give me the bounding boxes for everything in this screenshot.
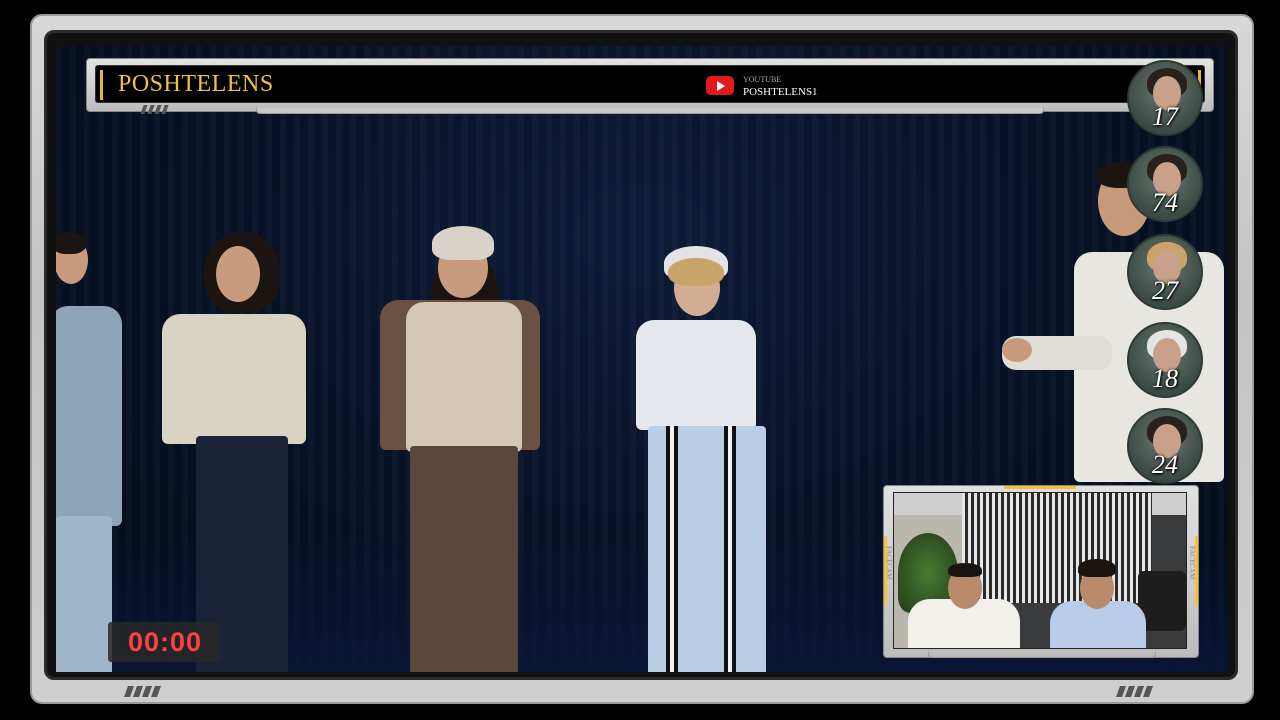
- grip-icon: [123, 686, 162, 697]
- youtube-handle: POSHTELENS1: [743, 86, 818, 98]
- ranking-item: 74: [1127, 146, 1203, 222]
- performer-3: [380, 226, 544, 672]
- streamer-1: [908, 561, 1020, 648]
- ranking-number: 17: [1152, 102, 1178, 131]
- countdown-timer: 00:00: [108, 622, 220, 662]
- youtube-label: YOUTUBE: [743, 75, 782, 84]
- title-panel: POSHTELENS YOUTUBE POSHTELENS1: [95, 65, 1205, 103]
- youtube-icon: [706, 76, 734, 95]
- streamer-2: [1050, 559, 1146, 648]
- ranking-number: 24: [1152, 450, 1178, 479]
- performer-1: [56, 232, 130, 672]
- facecam-label-right: FACECAM: [1188, 546, 1196, 580]
- facecam-label-left: FACECAM: [885, 546, 893, 580]
- timer-value: 00:00: [128, 627, 203, 657]
- stream-overlay: POSHTELENS YOUTUBE POSHTELENS1 17 74 27 …: [0, 0, 1280, 720]
- ranking-number: 27: [1152, 276, 1178, 305]
- grip-icon: [140, 105, 169, 114]
- ranking-item: 24: [1127, 408, 1203, 484]
- ranking-item: 18: [1127, 322, 1203, 398]
- grip-icon: [1115, 686, 1154, 697]
- facecam-underline: [928, 652, 1156, 658]
- title-bar: POSHTELENS YOUTUBE POSHTELENS1: [86, 58, 1214, 112]
- facecam-video: [893, 492, 1187, 649]
- performer-4: [632, 246, 782, 672]
- ranking-number: 18: [1152, 364, 1178, 393]
- facecam-top-accent: [1004, 486, 1076, 489]
- ranking-item: 27: [1127, 234, 1203, 310]
- channel-name: POSHTELENS: [118, 71, 274, 97]
- title-underline: [256, 108, 1044, 114]
- left-accent: [100, 70, 103, 100]
- facecam-frame: FACECAM FACECAM: [883, 485, 1199, 658]
- ranking-number: 74: [1152, 188, 1178, 217]
- performer-2: [160, 232, 310, 672]
- ranking-item: 17: [1127, 60, 1203, 136]
